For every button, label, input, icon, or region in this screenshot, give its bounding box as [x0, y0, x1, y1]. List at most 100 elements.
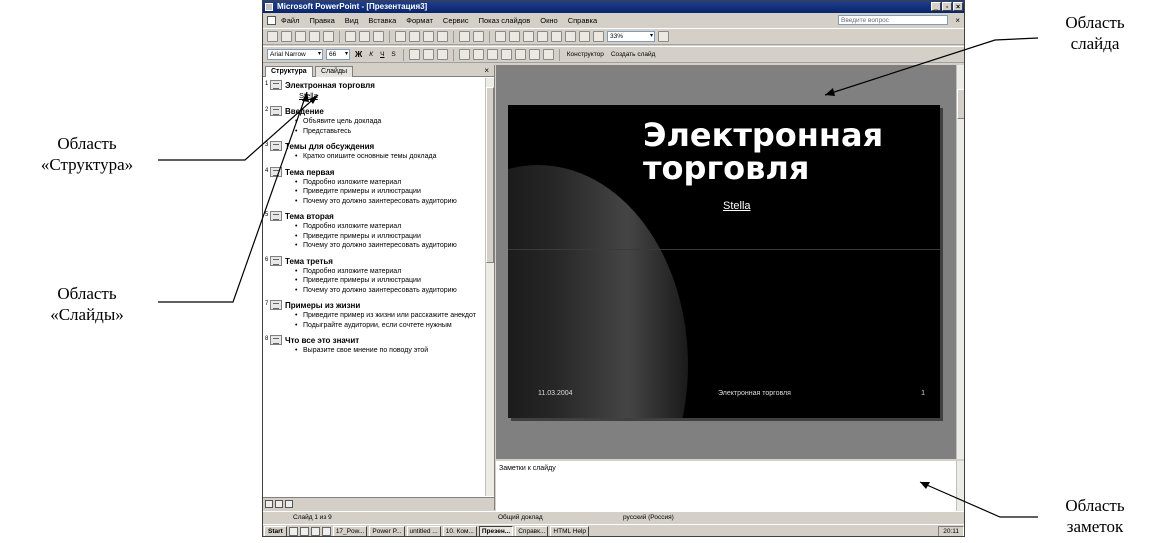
- outline-slide[interactable]: 4 Тема первая Подробно изложите материал…: [265, 166, 486, 207]
- outline-slide[interactable]: 6 Тема третья Подробно изложите материал…: [265, 255, 486, 296]
- chart-icon[interactable]: [495, 31, 506, 42]
- outline-list[interactable]: 1 Электронная торговля Stella 2 Введение…: [263, 78, 486, 496]
- grid-icon[interactable]: [579, 31, 590, 42]
- outline-title[interactable]: Темы для обсуждения: [285, 141, 486, 152]
- outline-bullet[interactable]: Приведите примеры и иллюстрации: [295, 276, 486, 286]
- menu-file[interactable]: Файл: [276, 14, 304, 27]
- slideshow-view-icon[interactable]: [285, 500, 293, 508]
- document-icon[interactable]: [267, 16, 276, 25]
- normal-view-icon[interactable]: [265, 500, 273, 508]
- slide-icon[interactable]: [270, 211, 282, 221]
- save-icon[interactable]: [295, 31, 306, 42]
- copy-icon[interactable]: [409, 31, 420, 42]
- quicklaunch-icon[interactable]: [310, 527, 320, 536]
- color-grayscale-icon[interactable]: [593, 31, 604, 42]
- taskbar-item-active[interactable]: Презен...: [478, 525, 514, 536]
- sorter-view-icon[interactable]: [275, 500, 283, 508]
- menu-view[interactable]: Вид: [340, 14, 364, 27]
- scrollbar-thumb[interactable]: [957, 89, 964, 119]
- scrollbar-thumb[interactable]: [486, 87, 494, 263]
- slide-icon[interactable]: [270, 106, 282, 116]
- outline-bullet[interactable]: Кратко опишите основные темы доклада: [295, 152, 486, 162]
- email-icon[interactable]: [323, 31, 334, 42]
- menu-insert[interactable]: Вставка: [363, 14, 401, 27]
- decrease-indent-icon[interactable]: [514, 49, 526, 60]
- format-painter-icon[interactable]: [437, 31, 448, 42]
- paste-icon[interactable]: [423, 31, 434, 42]
- table-icon[interactable]: [509, 31, 520, 42]
- menu-edit[interactable]: Правка: [304, 14, 339, 27]
- shadow-button[interactable]: S: [389, 51, 397, 58]
- outline-bullet[interactable]: Почему это должно заинтересовать аудитор…: [295, 241, 486, 251]
- spelling-icon[interactable]: [373, 31, 384, 42]
- outline-bullet[interactable]: Подробно изложите материал: [295, 178, 486, 188]
- taskbar-item[interactable]: untitled ...: [406, 525, 441, 536]
- slide-icon[interactable]: [270, 141, 282, 151]
- slide-icon[interactable]: [270, 166, 282, 177]
- outline-slide[interactable]: 8 Что все это значит Выразите свое мнени…: [265, 335, 486, 356]
- notes-placeholder[interactable]: Заметки к слайду: [499, 465, 556, 472]
- outline-slide[interactable]: 5 Тема вторая Подробно изложите материал…: [265, 211, 486, 251]
- document-close-button[interactable]: ×: [955, 14, 960, 27]
- expand-all-icon[interactable]: [551, 31, 562, 42]
- increase-indent-icon[interactable]: [528, 49, 540, 60]
- outline-slide[interactable]: 7 Примеры из жизни Приведите пример из ж…: [265, 300, 486, 330]
- taskbar-item[interactable]: Справк...: [515, 525, 549, 536]
- bullets-icon[interactable]: [472, 49, 484, 60]
- ask-question-input[interactable]: Введите вопрос: [838, 15, 948, 25]
- notes-pane[interactable]: Заметки к слайду: [496, 459, 964, 511]
- outline-title[interactable]: Примеры из жизни: [285, 300, 486, 311]
- taskbar-item[interactable]: 17_Pow...: [332, 525, 368, 536]
- outline-bullet[interactable]: Приведите пример из жизни или расскажите…: [295, 311, 486, 321]
- taskbar-item[interactable]: Power P...: [369, 525, 405, 536]
- outline-subtitle[interactable]: Stella: [299, 91, 486, 101]
- app-icon[interactable]: [265, 3, 273, 11]
- slide-canvas[interactable]: Электронная торговля Stella 11.03.2004 Э…: [508, 105, 940, 418]
- hyperlink-icon[interactable]: [537, 31, 548, 42]
- new-slide-button[interactable]: Создать слайд: [609, 51, 658, 58]
- quicklaunch-icon[interactable]: [321, 527, 331, 536]
- outline-title[interactable]: Тема первая: [285, 167, 486, 178]
- slide-icon[interactable]: [270, 335, 282, 345]
- outline-slide[interactable]: 2 Введение Объявите цель доклада Предста…: [265, 106, 486, 136]
- outline-bullet[interactable]: Приведите примеры и иллюстрации: [295, 187, 486, 197]
- increase-font-icon[interactable]: [486, 49, 498, 60]
- slide-icon[interactable]: [270, 80, 282, 90]
- new-icon[interactable]: [267, 31, 278, 42]
- font-color-icon[interactable]: [542, 49, 554, 60]
- tab-outline[interactable]: Структура: [265, 66, 313, 77]
- quicklaunch-icon[interactable]: [288, 527, 298, 536]
- bold-button[interactable]: Ж: [353, 50, 364, 59]
- outline-title[interactable]: Что все это значит: [285, 335, 486, 346]
- font-size-select[interactable]: 66: [326, 49, 350, 60]
- font-select[interactable]: Arial Narrow: [267, 49, 323, 60]
- undo-icon[interactable]: [459, 31, 470, 42]
- cut-icon[interactable]: [395, 31, 406, 42]
- notes-scrollbar[interactable]: [956, 461, 964, 511]
- italic-button[interactable]: К: [367, 51, 375, 58]
- start-button[interactable]: Start: [264, 525, 287, 536]
- outline-slide[interactable]: 1 Электронная торговля Stella: [265, 80, 486, 101]
- outline-title[interactable]: Тема вторая: [285, 211, 486, 222]
- close-pane-icon[interactable]: ×: [484, 65, 489, 76]
- align-center-icon[interactable]: [422, 49, 434, 60]
- taskbar-item[interactable]: HTML Help: [550, 525, 590, 536]
- numbering-icon[interactable]: [458, 49, 470, 60]
- help-icon[interactable]: [658, 31, 669, 42]
- outline-bullet[interactable]: Подробно изложите материал: [295, 222, 486, 232]
- outline-bullet[interactable]: Приведите примеры и иллюстрации: [295, 232, 486, 242]
- decrease-font-icon[interactable]: [500, 49, 512, 60]
- underline-button[interactable]: Ч: [378, 51, 386, 58]
- minimize-button[interactable]: _: [931, 2, 941, 11]
- maximize-button[interactable]: ▫: [942, 2, 952, 11]
- slide-title[interactable]: Электронная торговля: [643, 119, 940, 185]
- permission-icon[interactable]: [309, 31, 320, 42]
- tab-slides[interactable]: Слайды: [315, 66, 354, 77]
- zoom-select[interactable]: 33%: [607, 31, 655, 42]
- print-preview-icon[interactable]: [359, 31, 370, 42]
- redo-icon[interactable]: [473, 31, 484, 42]
- outline-title[interactable]: Тема третья: [285, 256, 486, 267]
- show-formatting-icon[interactable]: [565, 31, 576, 42]
- tables-borders-icon[interactable]: [523, 31, 534, 42]
- outline-bullet[interactable]: Почему это должно заинтересовать аудитор…: [295, 197, 486, 207]
